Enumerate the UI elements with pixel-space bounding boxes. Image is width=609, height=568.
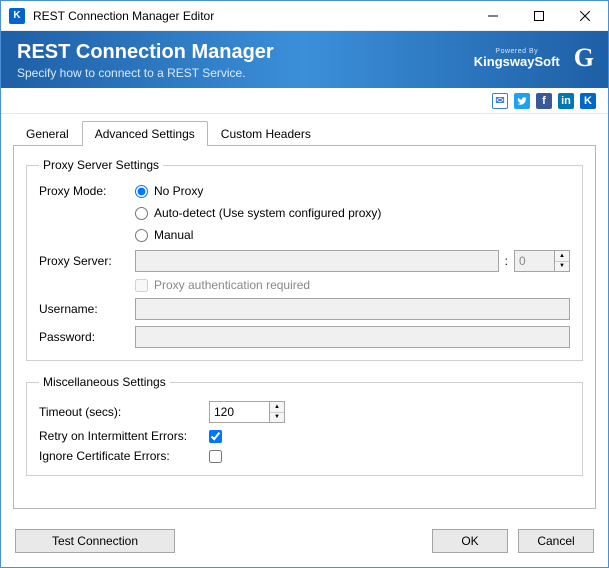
proxy-port-spinner-buttons[interactable]: ▲ ▼ [554,250,570,272]
radio-manual-input[interactable] [135,229,148,242]
app-icon: K [9,8,25,24]
proxy-mode-options: No Proxy Auto-detect (Use system configu… [135,184,381,242]
tab-custom-headers[interactable]: Custom Headers [208,121,324,146]
maximize-icon [534,11,544,21]
username-label: Username: [39,302,135,316]
brand-kingsway: Powered By KingswaySoft [474,48,560,68]
header-banner: REST Connection Manager Specify how to c… [1,31,608,88]
window-root: K REST Connection Manager Editor REST Co… [0,0,609,568]
retry-checkbox[interactable] [209,430,222,443]
proxy-port-colon: : [505,254,508,268]
password-label: Password: [39,330,135,344]
chevron-up-icon[interactable]: ▲ [270,402,284,413]
brand-g-logo: G [574,43,594,73]
legend-proxy: Proxy Server Settings [39,158,163,172]
proxy-port-spinner[interactable]: ▲ ▼ [514,250,570,272]
radio-no-proxy[interactable]: No Proxy [135,184,381,198]
radio-manual-label: Manual [154,228,193,242]
chevron-down-icon[interactable]: ▼ [555,262,569,272]
minimize-button[interactable] [470,1,516,31]
radio-manual[interactable]: Manual [135,228,381,242]
tab-general[interactable]: General [13,121,82,146]
cancel-button[interactable]: Cancel [518,529,594,553]
radio-auto-detect[interactable]: Auto-detect (Use system configured proxy… [135,206,381,220]
ignore-cert-checkbox[interactable] [209,450,222,463]
chevron-up-icon[interactable]: ▲ [555,251,569,262]
close-button[interactable] [562,1,608,31]
social-strip: ✉ f in K [1,88,608,114]
username-input[interactable] [135,298,570,320]
radio-no-proxy-label: No Proxy [154,184,203,198]
titlebar: K REST Connection Manager Editor [1,1,608,31]
tabstrip: General Advanced Settings Custom Headers [1,114,608,145]
brand-name: KingswaySoft [474,55,560,68]
radio-no-proxy-input[interactable] [135,185,148,198]
radio-auto-detect-label: Auto-detect (Use system configured proxy… [154,206,381,220]
radio-auto-detect-input[interactable] [135,207,148,220]
tab-advanced[interactable]: Advanced Settings [82,121,208,146]
proxy-mode-label: Proxy Mode: [39,184,135,198]
facebook-icon[interactable]: f [536,93,552,109]
ignore-cert-label: Ignore Certificate Errors: [39,449,209,463]
mail-icon[interactable]: ✉ [492,93,508,109]
close-icon [580,11,590,21]
timeout-spinner[interactable]: ▲ ▼ [209,401,285,423]
window-title: REST Connection Manager Editor [33,9,470,23]
proxy-auth-checkbox-row[interactable]: Proxy authentication required [135,278,310,292]
proxy-auth-checkbox[interactable] [135,279,148,292]
timeout-label: Timeout (secs): [39,405,209,419]
legend-misc: Miscellaneous Settings [39,375,170,389]
ok-button[interactable]: OK [432,529,508,553]
linkedin-icon[interactable]: in [558,93,574,109]
chevron-down-icon[interactable]: ▼ [270,413,284,423]
k-icon[interactable]: K [580,93,596,109]
proxy-port-input[interactable] [514,250,554,272]
timeout-input[interactable] [209,401,269,423]
fieldset-proxy: Proxy Server Settings Proxy Mode: No Pro… [26,158,583,361]
timeout-spinner-buttons[interactable]: ▲ ▼ [269,401,285,423]
test-connection-button[interactable]: Test Connection [15,529,175,553]
bottom-bar: Test Connection OK Cancel [1,519,608,567]
proxy-server-input[interactable] [135,250,499,272]
maximize-button[interactable] [516,1,562,31]
proxy-auth-label: Proxy authentication required [154,278,310,292]
twitter-icon[interactable] [514,93,530,109]
retry-label: Retry on Intermittent Errors: [39,429,209,443]
fieldset-misc: Miscellaneous Settings Timeout (secs): ▲… [26,375,583,476]
password-input[interactable] [135,326,570,348]
proxy-server-label: Proxy Server: [39,254,135,268]
brand-area: Powered By KingswaySoft G [474,43,594,73]
tab-page-advanced: Proxy Server Settings Proxy Mode: No Pro… [13,145,596,509]
minimize-icon [488,11,498,21]
